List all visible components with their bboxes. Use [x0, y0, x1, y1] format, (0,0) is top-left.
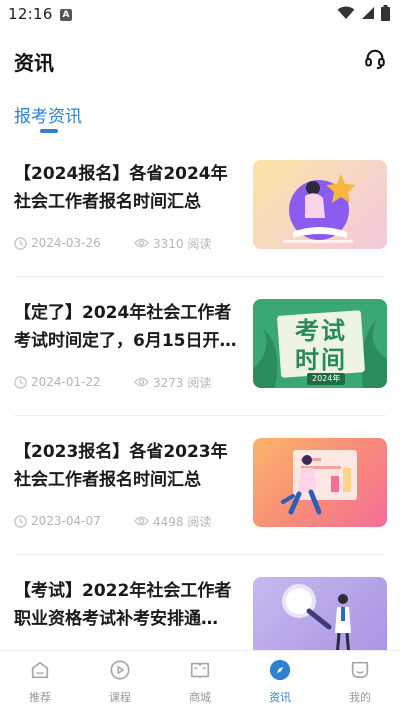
article-item[interactable]: 【2024报名】各省2024年社会工作者报名时间汇总 2024-03-26 33… [0, 140, 400, 279]
nav-item-courses[interactable]: 课程 [80, 651, 160, 711]
play-circle-icon [110, 660, 130, 680]
article-views: 3273 阅读 [134, 374, 211, 391]
article-title: 【定了】2024年社会工作者考试时间定了，6月15日开… [14, 303, 237, 351]
article-title: 【考试】2022年社会工作者职业资格考试补考安排通… [14, 581, 232, 629]
book-shop-icon [190, 662, 210, 679]
nav-label: 推荐 [29, 691, 51, 704]
nav-label: 商城 [189, 691, 211, 704]
tab-bar: 报考资讯 [0, 100, 400, 140]
clock-icon [14, 236, 27, 250]
article-item[interactable]: 【定了】2024年社会工作者考试时间定了，6月15日开… 2024-01-22 … [0, 279, 400, 418]
tab-active-indicator [40, 129, 58, 133]
status-bar: 12:16 A [0, 0, 400, 28]
headset-icon[interactable] [364, 48, 386, 70]
compass-icon [269, 659, 291, 681]
notification-badge-icon: A [60, 9, 72, 21]
divider [14, 554, 386, 555]
bottom-nav: 推荐 课程 商城 资讯 我的 [0, 650, 400, 711]
article-date: 2024-01-22 [14, 375, 134, 389]
divider [14, 415, 386, 416]
status-time: 12:16 [8, 5, 53, 23]
profile-icon [351, 661, 369, 679]
tab-exam-news[interactable]: 报考资讯 [14, 102, 82, 127]
reading-girl-illustration[interactable] [253, 160, 387, 249]
article-views: 4498 阅读 [134, 513, 211, 530]
nav-item-news[interactable]: 资讯 [240, 651, 320, 711]
nav-item-recommend[interactable]: 推荐 [0, 651, 80, 711]
article-meta: 2024-01-22 3273 阅读 [14, 373, 211, 391]
article-item[interactable]: 【2023报名】各省2023年社会工作者报名时间汇总 2023-04-07 44… [0, 418, 400, 557]
nav-item-shop[interactable]: 商城 [160, 651, 240, 711]
article-date-text: 2024-01-22 [31, 375, 101, 389]
article-meta: 2023-04-07 4498 阅读 [14, 512, 211, 530]
battery-icon [381, 5, 390, 21]
article-views: 3310 阅读 [134, 235, 211, 252]
wifi-icon [337, 6, 355, 19]
divider [14, 276, 386, 277]
article-date: 2024-03-26 [14, 236, 134, 250]
article-date-text: 2023-04-07 [31, 514, 101, 528]
app-header: 资讯 [0, 40, 400, 80]
article-title: 【2023报名】各省2023年社会工作者报名时间汇总 [14, 442, 228, 490]
nav-label: 资讯 [269, 691, 291, 704]
article-meta: 2024-03-26 3310 阅读 [14, 234, 211, 252]
page-title: 资讯 [14, 51, 54, 75]
clock-icon [14, 375, 27, 389]
signal-icon [362, 7, 374, 19]
nav-label: 课程 [109, 691, 131, 704]
article-views-text: 4498 阅读 [153, 514, 212, 529]
status-icons [337, 5, 390, 21]
exam-time-board-illustration[interactable]: 考试时间 2024年 [253, 299, 387, 388]
article-date-text: 2024-03-26 [31, 236, 101, 250]
eye-icon [134, 238, 149, 248]
eye-icon [134, 377, 149, 387]
clock-icon [14, 514, 27, 528]
nav-label: 我的 [349, 691, 371, 704]
home-icon [31, 661, 49, 679]
article-title: 【2024报名】各省2024年社会工作者报名时间汇总 [14, 164, 228, 212]
thumb-year-tag: 2024年 [307, 373, 346, 385]
nav-item-profile[interactable]: 我的 [320, 651, 400, 711]
article-views-text: 3273 阅读 [153, 375, 212, 390]
article-views-text: 3310 阅读 [153, 236, 212, 251]
article-date: 2023-04-07 [14, 514, 134, 528]
runner-chart-illustration[interactable] [253, 438, 387, 527]
eye-icon [134, 516, 149, 526]
thumb-exam-time-text: 考试时间 [295, 317, 347, 374]
